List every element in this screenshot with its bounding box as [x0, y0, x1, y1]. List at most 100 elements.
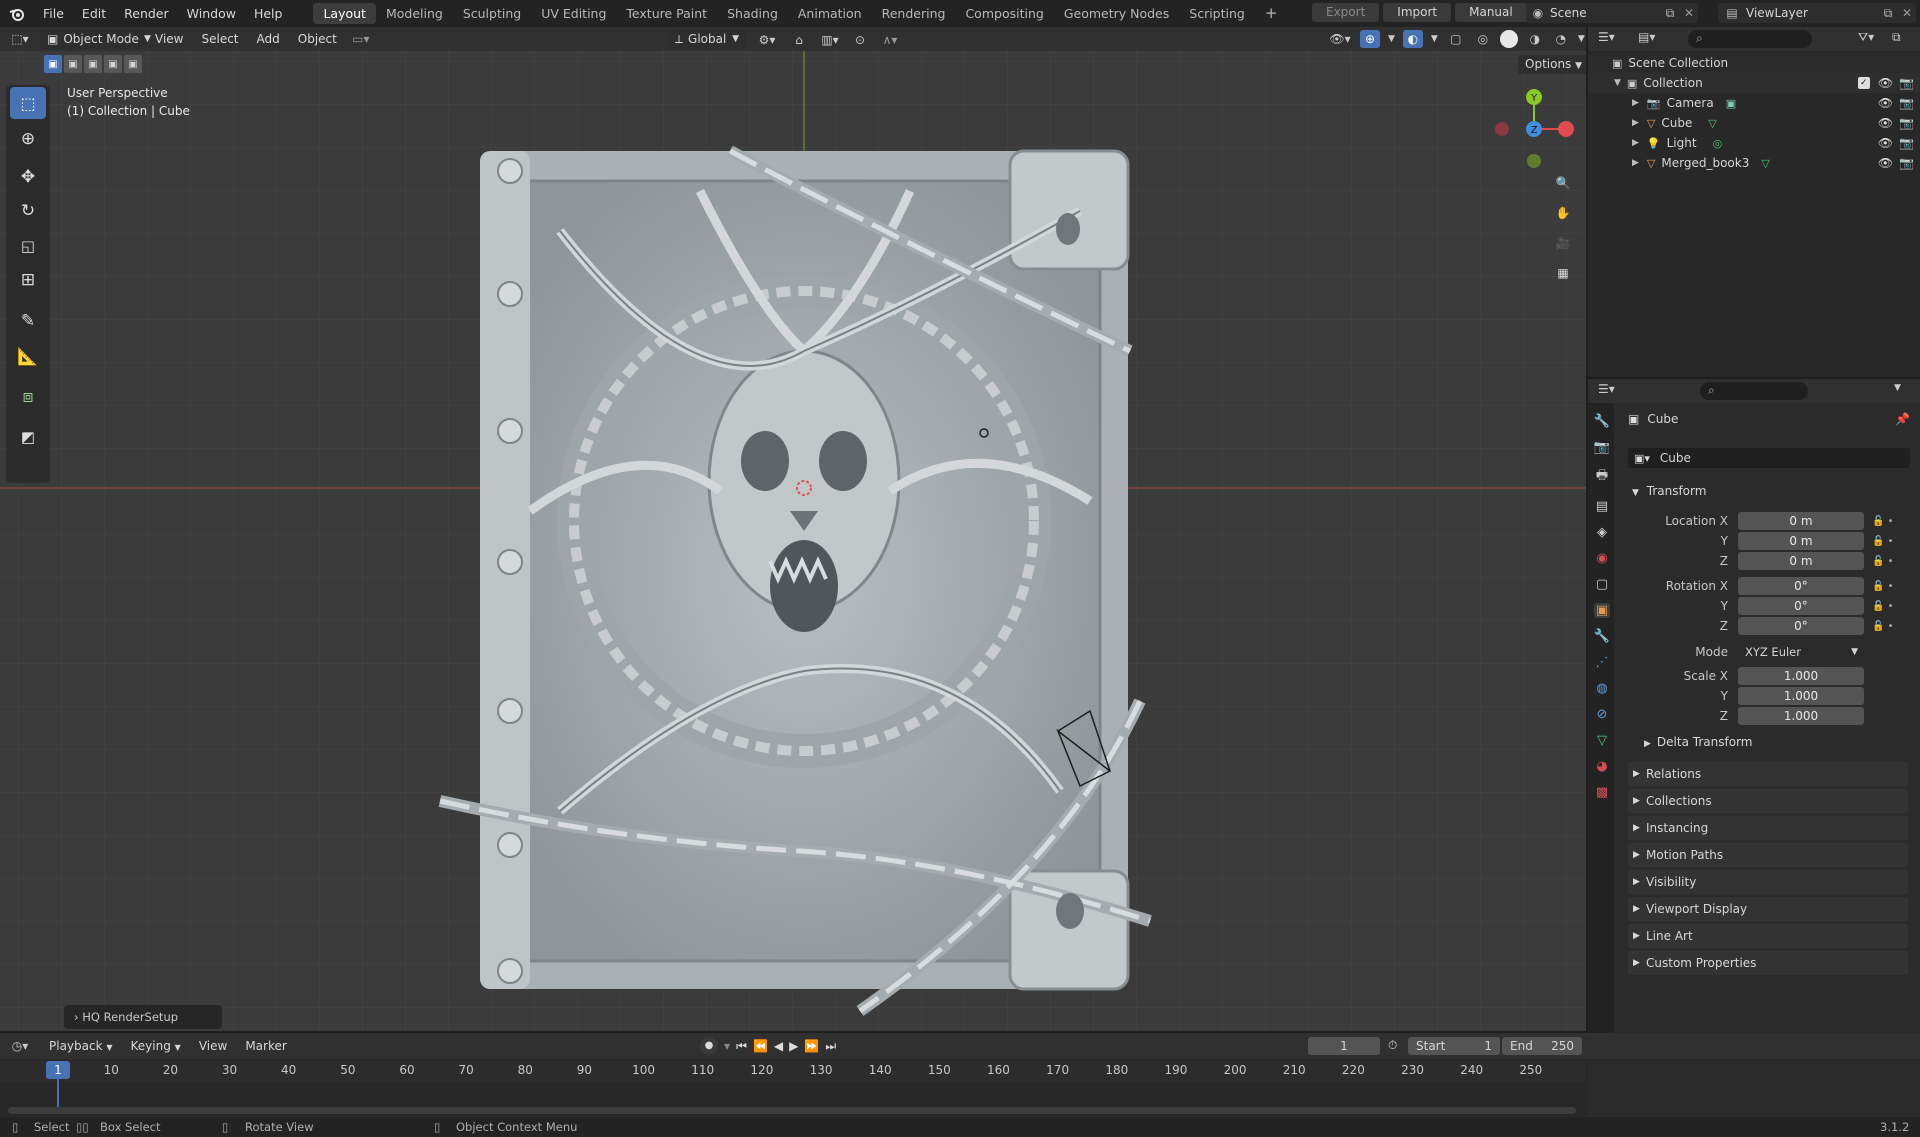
zoom-view-button[interactable]: 🔍 [1549, 169, 1577, 197]
texture-tab-icon[interactable]: ▩ [1596, 785, 1608, 800]
add-cube-tool[interactable]: ⧈ [10, 381, 46, 413]
blender-logo-icon[interactable] [0, 0, 34, 27]
rendered-shading-icon[interactable]: ◔ [1552, 32, 1570, 46]
location-z-field[interactable]: 0 m [1738, 552, 1864, 570]
rotation-z-field[interactable]: 0° [1738, 617, 1864, 635]
gizmo-toggle-icon[interactable]: ⊕ [1360, 30, 1380, 48]
render-camera-icon[interactable]: 📷 [1899, 116, 1914, 130]
properties-editor-icon[interactable]: ☰▾ [1598, 382, 1615, 396]
select-invert-icon[interactable]: ▣ [104, 55, 122, 73]
rotation-y-field[interactable]: 0° [1738, 597, 1864, 615]
select-subtract-icon[interactable]: ▣ [84, 55, 102, 73]
timeline-menu-keying[interactable]: Keying ▼ [122, 1033, 190, 1060]
timeline-scrollbar[interactable] [8, 1107, 1576, 1114]
scale-x-field[interactable]: 1.000 [1738, 667, 1864, 685]
snap-target-icon[interactable]: ▥▾ [818, 33, 842, 47]
properties-search-input[interactable]: ⌕ [1700, 382, 1808, 400]
view-layer-tab-icon[interactable]: ▤ [1596, 499, 1608, 514]
select-box-tool[interactable]: ⬚ [10, 87, 46, 119]
new-collection-icon[interactable]: ⧉ [1892, 30, 1901, 45]
panel-visibility[interactable]: ▶ Visibility [1628, 870, 1908, 894]
timeline-editor-icon[interactable]: ◷▾ [0, 1039, 40, 1053]
record-icon[interactable]: ● [700, 1037, 718, 1055]
export-button[interactable]: Export [1312, 3, 1380, 22]
solid-shading-icon[interactable] [1499, 30, 1518, 48]
rotation-mode-dropdown[interactable]: XYZ Euler ▼ [1738, 643, 1864, 661]
viewlayer-selector[interactable]: ▤ ViewLayer ⧉ ✕ [1718, 3, 1916, 23]
tool-tab-icon[interactable]: 🔧 [1594, 414, 1610, 429]
render-camera-icon[interactable]: 📷 [1899, 136, 1914, 150]
tab-animation[interactable]: Animation [788, 3, 872, 24]
tab-modeling[interactable]: Modeling [376, 3, 453, 24]
gpencil-icon[interactable]: ▭▾ [346, 32, 376, 46]
lock-icon[interactable]: 🔓 • [1872, 617, 1912, 637]
start-frame-field[interactable]: Start 1 [1408, 1037, 1500, 1055]
panel-line-art[interactable]: ▶ Line Art [1628, 924, 1908, 948]
select-intersect-icon[interactable]: ▣ [124, 55, 142, 73]
lock-icon[interactable]: 🔓 • [1872, 597, 1912, 617]
panel-motion-paths[interactable]: ▶ Motion Paths [1628, 843, 1908, 867]
render-camera-icon[interactable]: 📷 [1899, 156, 1914, 170]
overlay-dropdown-icon[interactable]: ▼ [1431, 34, 1438, 44]
timeline-menu-view[interactable]: View [190, 1033, 236, 1060]
tab-layout[interactable]: Layout [313, 3, 376, 24]
cursor-tool[interactable]: ⊕ [10, 123, 46, 155]
outliner-row-light[interactable]: ▶ 💡 Light ◎ 👁 📷 [1588, 133, 1920, 153]
scale-y-field[interactable]: 1.000 [1738, 687, 1864, 705]
menu-window[interactable]: Window [178, 0, 245, 27]
copy-viewlayer-icon[interactable]: ⧉ [1878, 6, 1898, 21]
pivot-icon[interactable]: ⚙▾ [754, 33, 780, 47]
play-reverse-icon[interactable]: ◀ [774, 1039, 783, 1053]
scale-z-field[interactable]: 1.000 [1738, 707, 1864, 725]
outliner-row-collection[interactable]: ▼ ▣ Collection ✓ 👁 📷 [1588, 73, 1920, 93]
outliner-row-merged-book3[interactable]: ▶ ▽ Merged_book3 ▽ 👁 📷 [1588, 153, 1920, 173]
wireframe-shading-icon[interactable]: ◎ [1474, 32, 1492, 46]
menu-help[interactable]: Help [245, 0, 292, 27]
shading-dropdown-icon[interactable]: ▼ [1578, 34, 1585, 44]
move-tool[interactable]: ✥ [10, 161, 46, 193]
tab-sculpting[interactable]: Sculpting [453, 3, 531, 24]
tab-shading[interactable]: Shading [717, 3, 788, 24]
eye-icon[interactable]: 👁 [1878, 156, 1893, 170]
3d-viewport[interactable]: ▣ ▣ ▣ ▣ ▣ ⬚ ⊕ ✥ ↻ ◱ ⊞ ✎ 📐 ⧈ ◩ User Persp… [0, 51, 1586, 1031]
outliner-search-input[interactable]: ⌕ [1688, 30, 1812, 48]
transform-tool[interactable]: ⊞ [10, 264, 46, 296]
tab-scripting[interactable]: Scripting [1179, 3, 1255, 24]
outliner-editor-icon[interactable]: ☰▾ [1598, 30, 1615, 44]
select-new-icon[interactable]: ▣ [44, 55, 62, 73]
vp-menu-view[interactable]: View [146, 26, 192, 53]
prev-keyframe-icon[interactable]: ⏪ [753, 1039, 768, 1053]
vp-menu-object[interactable]: Object [289, 26, 346, 53]
lock-icon[interactable]: 🔓 • [1872, 532, 1912, 552]
xray-icon[interactable]: ▢ [1446, 32, 1466, 46]
tab-rendering[interactable]: Rendering [872, 3, 956, 24]
tab-geometry-nodes[interactable]: Geometry Nodes [1054, 3, 1179, 24]
eye-icon[interactable]: 👁 [1878, 116, 1893, 130]
object-name-field[interactable]: ▣▾ Cube [1628, 448, 1910, 468]
manual-button[interactable]: Manual [1455, 3, 1527, 22]
render-camera-icon[interactable]: 📷 [1899, 76, 1914, 90]
lock-icon[interactable]: 🔓 • [1872, 577, 1912, 597]
lock-icon[interactable]: 🔓 • [1872, 552, 1912, 572]
display-mode-icon[interactable]: ▤▾ [1638, 30, 1655, 44]
tab-texture-paint[interactable]: Texture Paint [616, 3, 717, 24]
menu-file[interactable]: File [34, 0, 73, 27]
lock-icon[interactable]: 🔓 • [1872, 512, 1912, 532]
next-keyframe-icon[interactable]: ⏩ [804, 1039, 819, 1053]
overlay-toggle-icon[interactable]: ◐ [1402, 30, 1423, 48]
render-camera-icon[interactable]: 📷 [1899, 96, 1914, 110]
data-tab-icon[interactable]: ▽ [1597, 733, 1607, 748]
delete-viewlayer-icon[interactable]: ✕ [1898, 6, 1916, 20]
jump-end-icon[interactable]: ⏭ [825, 1039, 836, 1054]
panel-viewport-display[interactable]: ▶ Viewport Display [1628, 897, 1908, 921]
book-model[interactable] [438, 145, 1152, 1016]
material-shading-icon[interactable]: ◑ [1526, 32, 1544, 46]
outliner-row-scene-collection[interactable]: ▣ Scene Collection [1588, 53, 1920, 73]
transform-panel-header[interactable]: ▼ Transform [1628, 479, 1910, 503]
last-operator-panel[interactable]: › HQ RenderSetup [64, 1005, 222, 1029]
ortho-toggle-button[interactable]: ▦ [1549, 259, 1577, 287]
vp-menu-add[interactable]: Add [248, 26, 289, 53]
location-x-field[interactable]: 0 m [1738, 512, 1864, 530]
import-button[interactable]: Import [1383, 3, 1452, 22]
copy-scene-icon[interactable]: ⧉ [1660, 6, 1680, 21]
